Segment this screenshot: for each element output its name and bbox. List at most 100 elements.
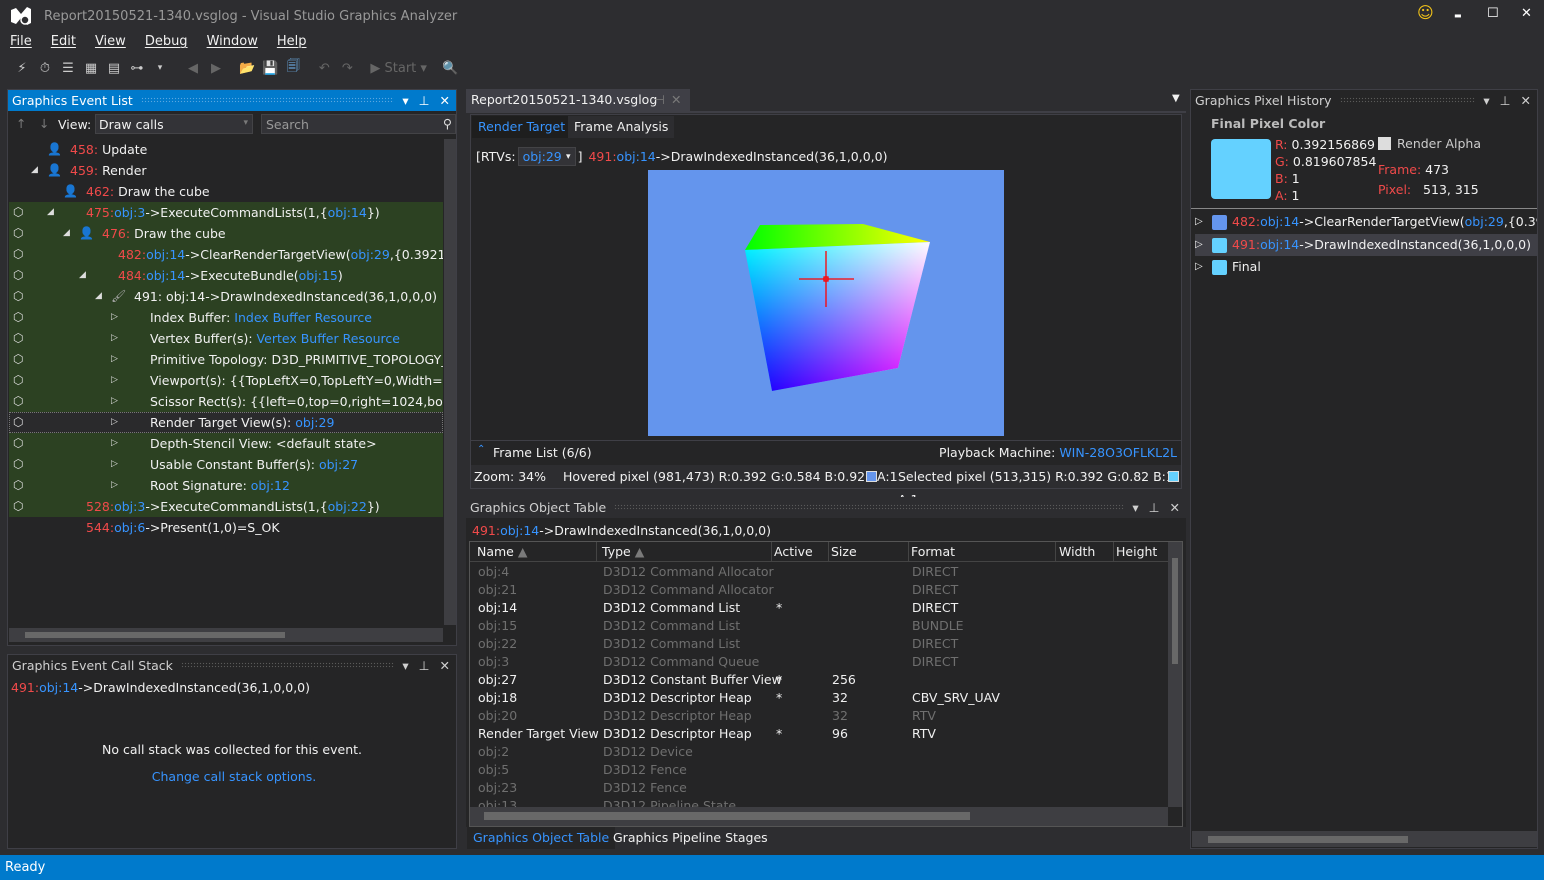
table-row[interactable]: obj:23 D3D12 Fence	[470, 779, 1160, 797]
collapsed-icon[interactable]: ▷	[111, 328, 118, 349]
dropdown-icon[interactable]: ▾	[402, 655, 408, 676]
event-row[interactable]: ⬡ ▷ Depth-Stencil View: <default state>	[9, 433, 443, 454]
frame-list-toggle[interactable]: Frame List (6/6)	[493, 445, 592, 460]
event-row[interactable]: ⬡ ◢ 484:obj:14->ExecuteBundle(obj:15)	[9, 265, 443, 286]
expanded-icon[interactable]: ◢	[79, 265, 86, 286]
expanded-icon[interactable]: ◢	[47, 202, 54, 223]
property-link[interactable]: Vertex Buffer Resource	[257, 331, 400, 346]
table-row[interactable]: obj:18 D3D12 Descriptor Heap * 32 CBV_SRV_UA…	[470, 689, 1160, 707]
menu-view[interactable]: View	[85, 32, 135, 52]
collapsed-icon[interactable]: ▷	[111, 391, 118, 412]
column-size[interactable]: Size	[831, 542, 909, 562]
event-row[interactable]: ⬡ ▷ Index Buffer: Index Buffer Resource	[9, 307, 443, 328]
tab-list-dropdown-icon[interactable]: ▼	[1172, 93, 1180, 104]
expanded-icon[interactable]: ◢	[31, 160, 38, 181]
collapsed-icon[interactable]: ▷	[111, 370, 118, 391]
call-stack-icon[interactable]: ⏱	[37, 61, 53, 76]
column-active[interactable]: Active	[774, 542, 829, 562]
pin-icon[interactable]: ⊥	[419, 655, 430, 676]
collapsed-icon[interactable]: ▷	[111, 454, 118, 475]
column-type[interactable]: Type ▲	[602, 542, 772, 562]
column-height[interactable]: Height	[1116, 542, 1157, 562]
column-name[interactable]: Name ▲	[477, 542, 597, 562]
event-row[interactable]: ⬡ 482:obj:14->ClearRenderTargetView(obj:2…	[9, 244, 443, 265]
expanded-icon[interactable]: ◢	[63, 223, 70, 244]
save-icon[interactable]: 💾	[262, 61, 278, 76]
scrollbar-thumb[interactable]	[484, 812, 970, 820]
redo-icon[interactable]: ↷	[339, 61, 355, 76]
undo-icon[interactable]: ↶	[316, 61, 332, 76]
property-link[interactable]: obj:27	[319, 457, 358, 472]
expand-frame-list-icon[interactable]: ⌃	[477, 444, 485, 455]
toolbar-overflow-icon[interactable]: ▾	[152, 63, 168, 73]
start-button[interactable]: ▶ Start ▾	[370, 61, 427, 76]
close-tab-icon[interactable]: ✕	[671, 92, 681, 107]
object-link[interactable]: obj:14	[146, 247, 185, 262]
object-link[interactable]: obj:14	[1260, 237, 1299, 252]
pixel-history-entry-selected[interactable]: ▷ 491:obj:14->DrawIndexedInstanced(36,1,…	[1195, 234, 1537, 256]
table-row[interactable]: obj:3 D3D12 Command Queue DIRECT	[470, 653, 1160, 671]
object-link[interactable]: obj:3	[114, 205, 145, 220]
event-list-icon[interactable]: ⚡	[14, 61, 30, 76]
horizontal-scrollbar[interactable]	[1192, 831, 1537, 847]
table-row[interactable]: obj:14 D3D12 Command List * DIRECT	[470, 599, 1160, 617]
table-row[interactable]: obj:15 D3D12 Command List BUNDLE	[470, 617, 1160, 635]
table-row[interactable]: obj:27 D3D12 Constant Buffer View * 256	[470, 671, 1160, 689]
horizontal-scrollbar[interactable]	[9, 628, 443, 642]
pixel-history-entry[interactable]: ▷ 482:obj:14->ClearRenderTargetView(obj:…	[1191, 211, 1537, 233]
pin-icon[interactable]: ⊥	[419, 90, 430, 111]
table-row[interactable]: obj:13 D3D12 Pipeline State	[470, 797, 1160, 807]
dropdown-icon[interactable]: ▾	[1483, 90, 1489, 111]
feedback-smiley-icon[interactable]: ☺	[1417, 3, 1434, 22]
event-row[interactable]: ⬡ ▷ Viewport(s): {{TopLeftX=0,TopLeftY=0,W…	[9, 370, 443, 391]
object-link[interactable]: obj:14	[1260, 214, 1299, 229]
event-row[interactable]: ⬡ ◢ 👤 476: Draw the cube	[9, 223, 443, 244]
event-row[interactable]: ⬡ ◢ 475:obj:3->ExecuteCommandLists(1,{obj:…	[9, 202, 443, 223]
property-link[interactable]: obj:12	[251, 478, 290, 493]
pin-icon[interactable]: ⊥	[1500, 90, 1511, 111]
object-link[interactable]: obj:29	[351, 247, 390, 262]
pin-icon[interactable]: ⊣	[654, 92, 665, 107]
collapsed-icon[interactable]: ▷	[1195, 256, 1203, 278]
table-row[interactable]: obj:2 D3D12 Device	[470, 743, 1160, 761]
tab-graphics-pipeline-stages[interactable]: Graphics Pipeline Stages	[607, 827, 774, 849]
event-row[interactable]: ⬡ ▷ Usable Constant Buffer(s): obj:27	[9, 454, 443, 475]
event-row[interactable]: 👤 458: Update	[9, 139, 443, 160]
menu-debug[interactable]: Debug	[135, 32, 197, 52]
scrollbar-thumb[interactable]	[1208, 836, 1408, 843]
table-row[interactable]: obj:22 D3D12 Command List DIRECT	[470, 635, 1160, 653]
object-link[interactable]: obj:14	[39, 680, 78, 695]
event-row[interactable]: ⬡ 528:obj:3->ExecuteCommandLists(1,{obj:2…	[9, 496, 443, 517]
menu-file[interactable]: File	[0, 32, 41, 52]
close-button[interactable]: ✕	[1521, 6, 1532, 21]
collapsed-icon[interactable]: ▷	[1195, 234, 1203, 256]
column-width[interactable]: Width	[1059, 542, 1114, 562]
event-row[interactable]: ◢ 👤 459: Render	[9, 160, 443, 181]
pipeline-stages-icon[interactable]: ☰	[60, 61, 76, 76]
search-input[interactable]: Search ⚲	[261, 114, 456, 134]
minimize-button[interactable]: ▬	[1454, 11, 1462, 20]
render-target-image[interactable]	[648, 170, 1004, 436]
tab-render-target[interactable]: Render Target	[472, 116, 572, 138]
object-table-icon[interactable]: ▦	[83, 61, 99, 76]
object-link[interactable]: obj:29	[1465, 214, 1504, 229]
collapsed-icon[interactable]: ▷	[111, 307, 118, 328]
event-row[interactable]: ⬡ ◢ 🖌 491: obj:14->DrawIndexedInstanced(36,…	[9, 286, 443, 307]
property-link[interactable]: obj:29	[295, 415, 334, 430]
object-link[interactable]: obj:6	[114, 520, 145, 535]
tab-frame-analysis[interactable]: Frame Analysis	[568, 116, 675, 138]
table-row[interactable]: obj:20 D3D12 Descriptor Heap 32 RTV	[470, 707, 1160, 725]
change-call-stack-options-link[interactable]: Change call stack options.	[8, 769, 460, 784]
close-icon[interactable]: ✕	[1521, 90, 1531, 111]
event-row[interactable]: 544:obj:6->Present(1,0)=S_OK	[9, 517, 443, 538]
object-link[interactable]: obj:22	[328, 499, 367, 514]
render-alpha-checkbox[interactable]: Render Alpha	[1378, 136, 1481, 151]
scrollbar-thumb[interactable]	[25, 632, 285, 638]
object-link[interactable]: obj:15	[299, 268, 338, 283]
menu-window[interactable]: Window	[197, 32, 267, 52]
checkbox-icon[interactable]	[1378, 137, 1391, 150]
dropdown-icon[interactable]: ▾	[1132, 497, 1138, 518]
playback-machine-link[interactable]: WIN-28O3OFLKL2L	[1059, 445, 1177, 460]
collapsed-icon[interactable]: ▷	[111, 349, 118, 370]
rtv-dropdown[interactable]: obj:29 ▾	[517, 147, 576, 166]
